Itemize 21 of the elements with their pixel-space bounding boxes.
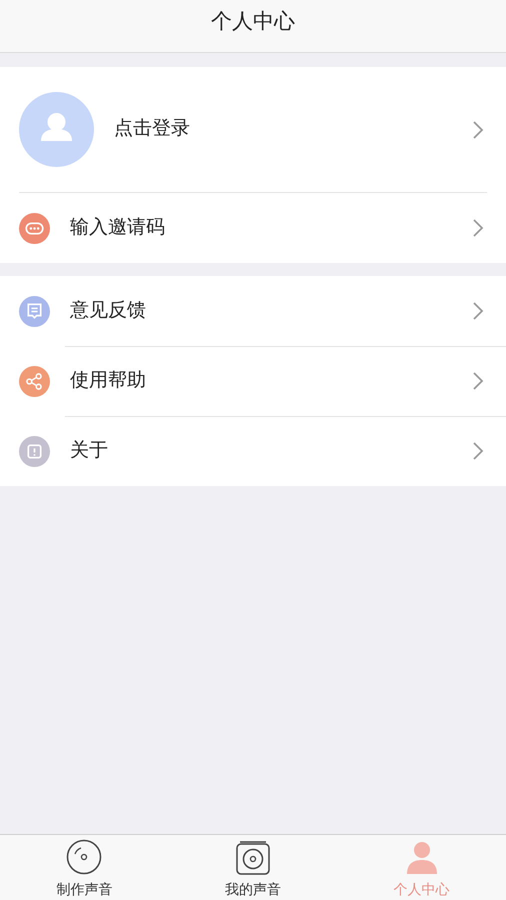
menu-item[interactable]: 使用帮助 (0, 346, 506, 416)
chevron-icon (472, 441, 484, 461)
menu-label: 意见反馈 (70, 298, 147, 323)
login-row[interactable]: 点击登录 (19, 67, 487, 193)
chevron-icon (472, 371, 484, 391)
chevron-icon (472, 301, 484, 321)
chevron-icon (472, 218, 484, 238)
vinyl-icon (235, 839, 271, 875)
chevron-icon (472, 120, 484, 140)
avatar-icon (19, 92, 94, 167)
login-label: 点击登录 (114, 117, 191, 142)
menu-label: 关于 (70, 438, 109, 463)
page-title: 个人中心 (211, 9, 295, 35)
tab[interactable]: 制作声音 (0, 835, 169, 900)
menu-item[interactable]: 关于 (0, 416, 506, 486)
menu-label: 输入邀请码 (70, 216, 166, 240)
menu-item[interactable]: 意见反馈 (0, 276, 506, 346)
menu-item[interactable]: 输入邀请码 (0, 193, 506, 263)
tab[interactable]: 我的声音 (168, 835, 338, 900)
disc-icon (66, 839, 102, 875)
menu-label: 使用帮助 (70, 368, 147, 393)
